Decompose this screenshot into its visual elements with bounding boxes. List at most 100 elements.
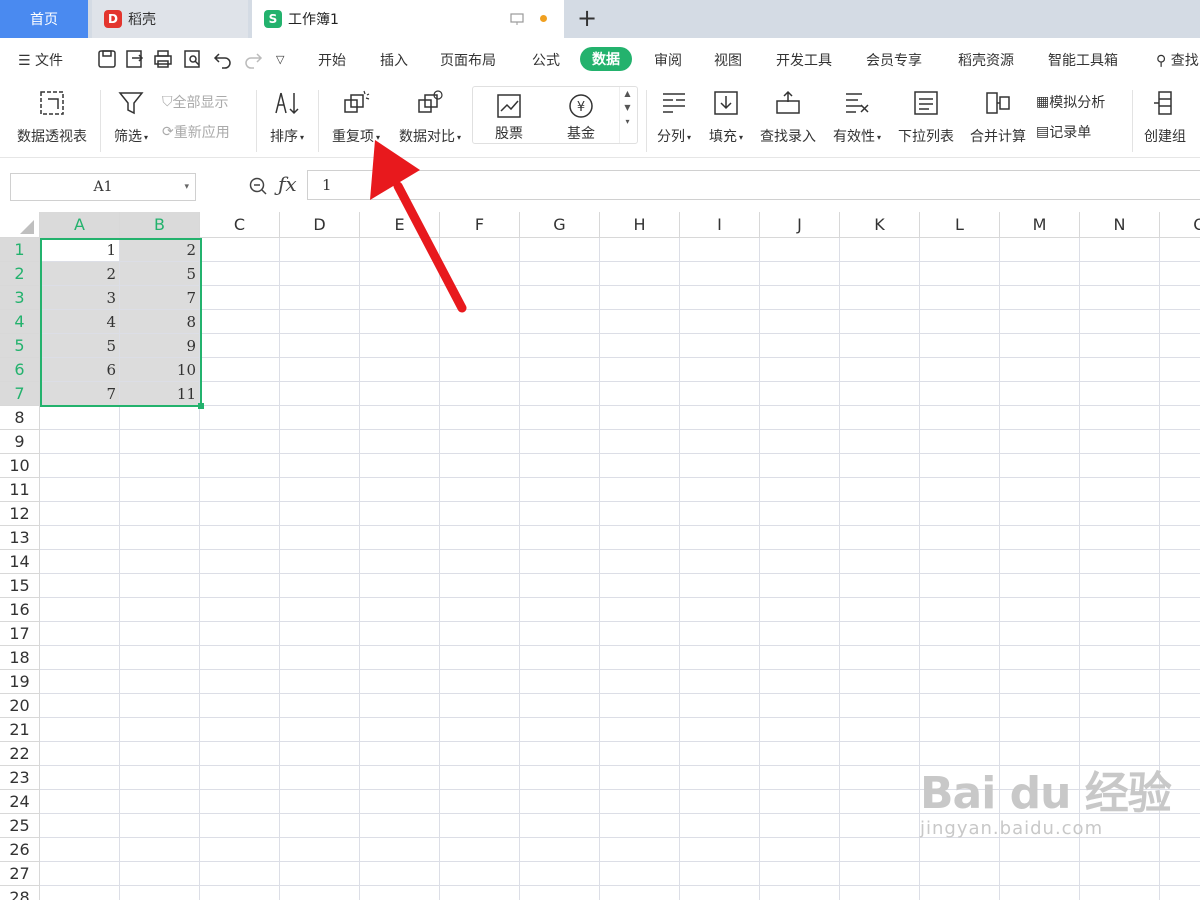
cell-c23[interactable] [200,766,280,790]
cell-o9[interactable] [1160,430,1200,454]
cell-f21[interactable] [440,718,520,742]
cell-a20[interactable] [40,694,120,718]
cell-l3[interactable] [920,286,1000,310]
cell-c26[interactable] [200,838,280,862]
cell-d5[interactable] [280,334,360,358]
row-header-24[interactable]: 24 [0,790,40,814]
column-header-o[interactable]: O [1160,212,1200,238]
cell-e12[interactable] [360,502,440,526]
cell-d4[interactable] [280,310,360,334]
cell-n26[interactable] [1080,838,1160,862]
cell-a7[interactable]: 7 [40,382,120,406]
cell-o8[interactable] [1160,406,1200,430]
cell-c18[interactable] [200,646,280,670]
cell-k15[interactable] [840,574,920,598]
select-all-corner[interactable] [0,212,40,238]
cell-j1[interactable] [760,238,840,262]
cell-g17[interactable] [520,622,600,646]
cell-c21[interactable] [200,718,280,742]
cell-k14[interactable] [840,550,920,574]
cell-d18[interactable] [280,646,360,670]
cell-e8[interactable] [360,406,440,430]
cell-o22[interactable] [1160,742,1200,766]
cell-l7[interactable] [920,382,1000,406]
cell-o7[interactable] [1160,382,1200,406]
cell-f28[interactable] [440,886,520,900]
cell-h10[interactable] [600,454,680,478]
cell-h26[interactable] [600,838,680,862]
cell-g23[interactable] [520,766,600,790]
cell-e18[interactable] [360,646,440,670]
file-menu[interactable]: ☰ 文件 [18,50,63,70]
column-header-g[interactable]: G [520,212,600,238]
cell-f12[interactable] [440,502,520,526]
cell-d14[interactable] [280,550,360,574]
cell-l12[interactable] [920,502,1000,526]
cell-a5[interactable]: 5 [40,334,120,358]
cell-k5[interactable] [840,334,920,358]
cell-j22[interactable] [760,742,840,766]
cell-e11[interactable] [360,478,440,502]
cell-c5[interactable] [200,334,280,358]
name-box-dropdown-icon[interactable]: ▾ [184,182,189,192]
cell-j28[interactable] [760,886,840,900]
cell-m15[interactable] [1000,574,1080,598]
cell-h21[interactable] [600,718,680,742]
cell-h20[interactable] [600,694,680,718]
cell-k20[interactable] [840,694,920,718]
cell-o4[interactable] [1160,310,1200,334]
cell-m1[interactable] [1000,238,1080,262]
cell-j27[interactable] [760,862,840,886]
cell-h2[interactable] [600,262,680,286]
cell-k3[interactable] [840,286,920,310]
cell-j23[interactable] [760,766,840,790]
cell-e21[interactable] [360,718,440,742]
cell-d10[interactable] [280,454,360,478]
cell-c4[interactable] [200,310,280,334]
cell-a3[interactable]: 3 [40,286,120,310]
cell-h17[interactable] [600,622,680,646]
cell-o26[interactable] [1160,838,1200,862]
cell-n20[interactable] [1080,694,1160,718]
cell-b4[interactable]: 8 [120,310,200,334]
cell-n22[interactable] [1080,742,1160,766]
fill-button[interactable]: 填充 ▾ [704,86,748,146]
row-header-8[interactable]: 8 [0,406,40,430]
cell-h1[interactable] [600,238,680,262]
cell-e3[interactable] [360,286,440,310]
cell-k25[interactable] [840,814,920,838]
cell-j16[interactable] [760,598,840,622]
cell-j12[interactable] [760,502,840,526]
cell-a25[interactable] [40,814,120,838]
monitor-icon[interactable] [510,12,524,26]
cell-j26[interactable] [760,838,840,862]
function-icon[interactable]: ƒx [278,172,297,196]
cell-g22[interactable] [520,742,600,766]
cell-m3[interactable] [1000,286,1080,310]
cell-m7[interactable] [1000,382,1080,406]
cell-l27[interactable] [920,862,1000,886]
cell-n16[interactable] [1080,598,1160,622]
row-header-25[interactable]: 25 [0,814,40,838]
cell-b28[interactable] [120,886,200,900]
cell-k1[interactable] [840,238,920,262]
cell-m21[interactable] [1000,718,1080,742]
cell-c15[interactable] [200,574,280,598]
cell-n28[interactable] [1080,886,1160,900]
menu-daoke-resources[interactable]: 稻壳资源 [958,50,1014,70]
pivot-table-button[interactable]: 数据透视表 [12,86,92,146]
cell-k24[interactable] [840,790,920,814]
row-header-28[interactable]: 28 [0,886,40,900]
cell-n11[interactable] [1080,478,1160,502]
cell-e28[interactable] [360,886,440,900]
cell-j5[interactable] [760,334,840,358]
cell-d8[interactable] [280,406,360,430]
cell-b18[interactable] [120,646,200,670]
cell-k18[interactable] [840,646,920,670]
column-header-a[interactable]: A [40,212,120,238]
cell-k21[interactable] [840,718,920,742]
cell-h4[interactable] [600,310,680,334]
cell-h19[interactable] [600,670,680,694]
cell-d23[interactable] [280,766,360,790]
cell-d28[interactable] [280,886,360,900]
